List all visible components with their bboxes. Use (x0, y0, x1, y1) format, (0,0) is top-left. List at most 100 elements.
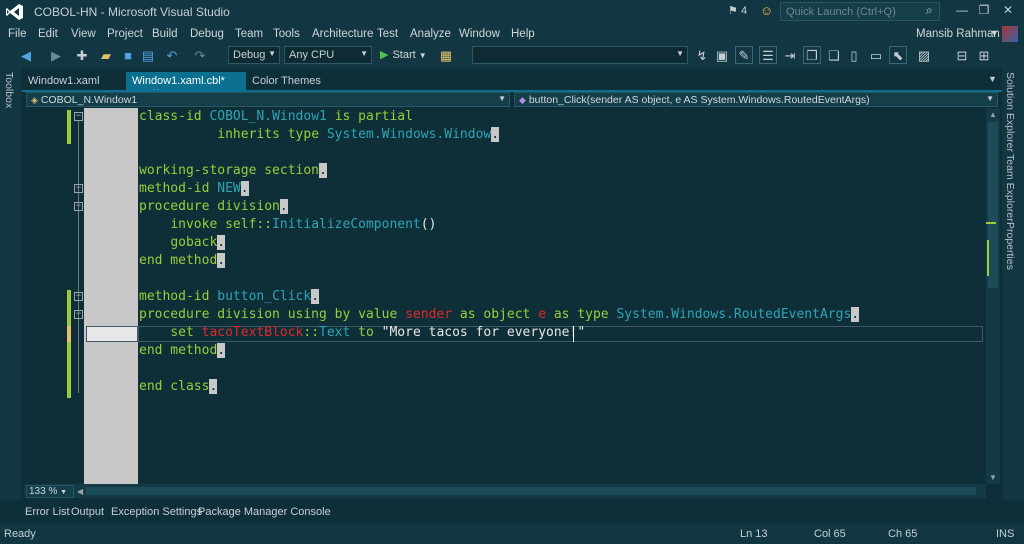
select-icon[interactable]: ⬉ (890, 48, 906, 64)
vertical-scroll-thumb[interactable] (988, 122, 998, 288)
member-scope-select[interactable]: ◆ button_Click(sender AS object, e AS Sy… (514, 92, 998, 107)
align-icon[interactable]: ⊟ (954, 48, 970, 64)
back-icon[interactable]: ◀ (18, 48, 34, 64)
save-all-icon[interactable]: ▤ (140, 48, 156, 64)
tab-error-list[interactable]: Error List (25, 506, 70, 518)
menu-edit[interactable]: Edit (38, 28, 58, 40)
code-line-9: end method. (139, 253, 226, 268)
code-line-7: invoke self::InitializeComponent() (170, 217, 437, 232)
code-line-4: working-storage section. (139, 163, 327, 178)
tab-window1-xaml-cbl[interactable]: Window1.xaml.cbl* ⊸ ✕ (126, 72, 246, 99)
tab-exception-settings[interactable]: Exception Settings (111, 506, 202, 518)
copy-icon[interactable]: ❐ (804, 48, 820, 64)
menu-team[interactable]: Team (235, 28, 263, 40)
frame-icon[interactable]: ▭ (868, 48, 884, 64)
tab-color-themes[interactable]: Color Themes (246, 72, 327, 90)
flag-icon: ⚑ (728, 5, 738, 17)
menu-test[interactable]: Test (377, 28, 398, 40)
scroll-down-icon[interactable]: ▼ (989, 473, 997, 482)
collapse-icon[interactable]: − (74, 202, 83, 211)
notifications-button[interactable]: ⚑ 4 (728, 4, 747, 17)
menu-file[interactable]: File (8, 28, 27, 40)
current-line-gutter (86, 326, 138, 342)
status-bar (0, 524, 1024, 544)
menu-project[interactable]: Project (107, 28, 143, 40)
code-line-11: method-id button_Click. (139, 289, 320, 304)
tab-output[interactable]: Output (71, 506, 104, 518)
toolbox-tab[interactable]: Toolbox (3, 72, 15, 108)
chevron-down-icon[interactable]: ▼ (990, 28, 999, 38)
class-icon: ◈ (31, 95, 38, 105)
zoom-select[interactable]: 133 % ▼ (26, 485, 74, 498)
close-icon[interactable]: ✕ (998, 3, 1018, 17)
outline-guide (78, 121, 79, 393)
solution-explorer-tab[interactable]: Solution Explorer (1004, 72, 1016, 152)
status-text: Ready (4, 528, 36, 540)
configuration-select[interactable]: Debug ▼ (228, 46, 280, 64)
menu-help[interactable]: Help (511, 28, 535, 40)
layout-icon[interactable]: ⊞ (976, 48, 992, 64)
chevron-down-icon[interactable]: ▼ (988, 74, 997, 84)
brush-icon[interactable]: ✎ (736, 48, 752, 64)
browse-icon[interactable]: ▦ (438, 48, 454, 64)
search-icon[interactable]: ⌕ (926, 3, 933, 18)
open-icon[interactable]: ▰ (98, 48, 114, 64)
code-line-12: procedure division using by value sender… (139, 307, 860, 322)
tab-package-manager-console[interactable]: Package Manager Console (198, 506, 331, 518)
step-icon[interactable]: ↯ (694, 48, 710, 64)
collapse-icon[interactable]: − (74, 292, 83, 301)
menu-architecture[interactable]: Architecture (312, 28, 373, 40)
code-line-14: end method. (139, 343, 226, 358)
code-line-8: goback. (170, 235, 226, 250)
horizontal-scroll-thumb[interactable] (86, 487, 976, 495)
menu-build[interactable]: Build (152, 28, 178, 40)
camera-icon[interactable]: ▣ (714, 48, 730, 64)
paste-icon[interactable]: ❏ (826, 48, 842, 64)
status-char: Ch 65 (888, 528, 918, 540)
collapse-icon[interactable]: − (74, 310, 83, 319)
menu-tools[interactable]: Tools (273, 28, 300, 40)
scroll-map-change (987, 240, 989, 276)
quick-launch-input[interactable]: Quick Launch (Ctrl+Q) (780, 2, 940, 21)
menu-analyze[interactable]: Analyze (410, 28, 451, 40)
avatar[interactable] (1002, 26, 1018, 42)
redo-icon[interactable]: ↷ (192, 48, 208, 64)
minimize-icon[interactable]: — (952, 3, 972, 17)
code-line-16: end class. (139, 379, 218, 394)
menu-view[interactable]: View (71, 28, 96, 40)
scroll-left-icon[interactable]: ◀ (77, 487, 83, 496)
collapse-icon[interactable]: − (74, 112, 83, 121)
team-explorer-tab[interactable]: Team Explorer (1004, 154, 1016, 222)
undo-icon[interactable]: ↶ (164, 48, 180, 64)
code-line-5: method-id NEW. (139, 181, 249, 196)
window-title: COBOL-HN - Microsoft Visual Studio (34, 5, 230, 19)
smiley-icon[interactable]: ☺ (760, 3, 773, 18)
scroll-up-icon[interactable]: ▲ (989, 110, 997, 119)
scroll-map-marker (986, 222, 996, 224)
code-line-1: class-id COBOL_N.Window1 is partial (139, 109, 413, 124)
menu-debug[interactable]: Debug (190, 28, 224, 40)
start-button[interactable]: ▶ Start ▼ (380, 48, 427, 61)
tab-label: Window1.xaml.cbl* (132, 75, 225, 87)
platform-select[interactable]: Any CPU ▼ (284, 46, 372, 64)
maximize-icon[interactable]: ❐ (974, 3, 994, 17)
page-icon[interactable]: ▯ (846, 48, 862, 64)
status-mode: INS (996, 528, 1015, 540)
properties-tab[interactable]: Properties (1004, 222, 1016, 270)
new-project-icon[interactable]: ✚ (74, 48, 90, 64)
screen-icon[interactable]: ▨ (916, 48, 932, 64)
tab-window1-xaml[interactable]: Window1.xaml (22, 72, 106, 90)
class-scope-select[interactable]: ◈ COBOL_N.Window1 ▼ (26, 92, 510, 107)
status-column: Col 65 (814, 528, 846, 540)
collapse-icon[interactable]: − (74, 184, 83, 193)
code-line-6: procedure division. (139, 199, 288, 214)
unsaved-change-bar (67, 326, 71, 342)
save-icon[interactable]: ■ (120, 48, 136, 63)
menu-window[interactable]: Window (459, 28, 500, 40)
find-combo[interactable]: ▼ (472, 46, 688, 64)
indent-icon[interactable]: ⇥ (782, 48, 798, 64)
method-icon: ◆ (519, 95, 526, 105)
forward-icon[interactable]: ▶ (48, 48, 64, 64)
list-icon[interactable]: ☰ (760, 48, 776, 64)
account-name[interactable]: Mansib Rahman (916, 28, 1000, 40)
